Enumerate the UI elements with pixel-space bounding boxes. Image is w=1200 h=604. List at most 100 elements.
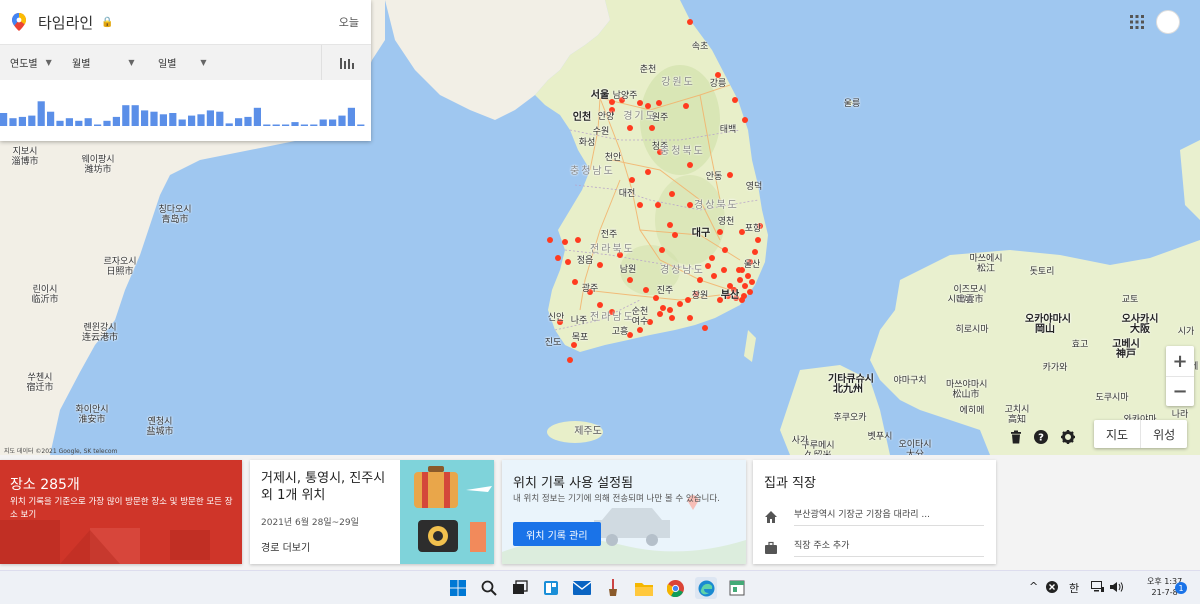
location-marker[interactable]	[742, 117, 748, 123]
network-icon[interactable]	[1091, 581, 1105, 593]
location-marker[interactable]	[672, 232, 678, 238]
activity-bar[interactable]	[225, 123, 233, 126]
location-marker[interactable]	[752, 249, 758, 255]
activity-bar[interactable]	[235, 118, 243, 126]
bar-chart-button[interactable]	[321, 45, 371, 80]
manage-location-history-button[interactable]: 위치 기록 관리	[513, 522, 601, 546]
activity-bar[interactable]	[347, 107, 355, 126]
location-marker[interactable]	[575, 237, 581, 243]
location-marker[interactable]	[629, 177, 635, 183]
trash-icon[interactable]	[1009, 430, 1023, 444]
work-address-row[interactable]: 직장 주소 추가	[764, 538, 984, 557]
location-marker[interactable]	[547, 237, 553, 243]
activity-bar[interactable]	[131, 105, 139, 126]
app-window-icon[interactable]	[726, 577, 748, 599]
year-select[interactable]: 연도별 ▼	[0, 45, 62, 80]
activity-bar[interactable]	[103, 120, 111, 126]
activity-bar[interactable]	[216, 111, 224, 126]
apps-grid-icon[interactable]	[1130, 15, 1144, 29]
activity-bar[interactable]	[319, 119, 327, 127]
location-marker[interactable]	[697, 277, 703, 283]
zoom-out-button[interactable]: −	[1166, 376, 1194, 406]
activity-bar[interactable]	[291, 122, 299, 126]
activity-bar[interactable]	[75, 120, 83, 126]
activity-bar[interactable]	[9, 118, 17, 126]
activity-bar[interactable]	[169, 113, 177, 126]
activity-bar[interactable]	[178, 119, 186, 127]
notification-badge[interactable]: 1	[1175, 582, 1187, 594]
mail-icon[interactable]	[571, 577, 593, 599]
activity-bar[interactable]	[188, 115, 196, 126]
activity-bar[interactable]	[65, 118, 73, 126]
location-marker[interactable]	[702, 325, 708, 331]
location-marker[interactable]	[627, 277, 633, 283]
location-marker[interactable]	[687, 315, 693, 321]
close-circle-icon[interactable]	[1046, 581, 1058, 593]
location-marker[interactable]	[745, 273, 751, 279]
file-explorer-icon[interactable]	[633, 577, 655, 599]
activity-bar-chart[interactable]	[0, 82, 371, 128]
widgets-icon[interactable]	[540, 577, 562, 599]
location-marker[interactable]	[655, 202, 661, 208]
location-marker[interactable]	[645, 103, 651, 109]
location-marker[interactable]	[656, 100, 662, 106]
location-marker[interactable]	[687, 162, 693, 168]
location-marker[interactable]	[597, 302, 603, 308]
input-language[interactable]: 한	[1069, 580, 1079, 596]
more-routes-link[interactable]: 경로 더보기	[261, 539, 310, 554]
location-marker[interactable]	[659, 247, 665, 253]
today-button[interactable]: 오늘	[339, 14, 359, 30]
activity-bar[interactable]	[28, 115, 36, 126]
activity-bar[interactable]	[272, 124, 280, 127]
tray-overflow-icon[interactable]: ^	[1029, 580, 1038, 593]
chrome-icon[interactable]	[664, 577, 686, 599]
location-marker[interactable]	[732, 97, 738, 103]
windows-start-icon[interactable]	[447, 577, 469, 599]
location-marker[interactable]	[742, 283, 748, 289]
location-marker[interactable]	[687, 202, 693, 208]
location-marker[interactable]	[711, 273, 717, 279]
activity-bar[interactable]	[141, 110, 149, 126]
paint-icon[interactable]	[602, 577, 624, 599]
activity-bar[interactable]	[282, 124, 290, 127]
location-marker[interactable]	[709, 255, 715, 261]
location-marker[interactable]	[683, 103, 689, 109]
day-select[interactable]: 일별 ▼	[148, 45, 218, 80]
location-marker[interactable]	[749, 279, 755, 285]
activity-bar[interactable]	[197, 114, 205, 126]
location-marker[interactable]	[705, 263, 711, 269]
location-marker[interactable]	[669, 191, 675, 197]
map-type-map-button[interactable]: 지도	[1094, 420, 1140, 448]
location-marker[interactable]	[727, 283, 733, 289]
task-view-icon[interactable]	[509, 577, 531, 599]
location-marker[interactable]	[660, 305, 666, 311]
activity-bar[interactable]	[159, 114, 167, 126]
location-marker[interactable]	[721, 267, 727, 273]
location-marker[interactable]	[645, 169, 651, 175]
location-marker[interactable]	[677, 301, 683, 307]
location-marker[interactable]	[687, 19, 693, 25]
volume-icon[interactable]	[1110, 581, 1124, 593]
activity-bar[interactable]	[206, 110, 214, 126]
edge-icon[interactable]	[695, 577, 717, 599]
activity-bar[interactable]	[357, 124, 365, 127]
activity-bar[interactable]	[310, 124, 318, 127]
location-marker[interactable]	[667, 307, 673, 313]
activity-bar[interactable]	[263, 124, 271, 127]
activity-bar[interactable]	[94, 124, 102, 127]
location-marker[interactable]	[649, 125, 655, 131]
month-select[interactable]: 월별 ▼	[62, 45, 148, 80]
activity-bar[interactable]	[37, 101, 45, 126]
map-type-satellite-button[interactable]: 위성	[1140, 420, 1187, 448]
location-marker[interactable]	[715, 72, 721, 78]
activity-bar[interactable]	[329, 119, 337, 127]
help-icon[interactable]: ?	[1034, 430, 1048, 444]
location-history-card[interactable]: 위치 기록 사용 설정됨 내 위치 정보는 기기에 의해 전송되며 나만 볼 수…	[502, 460, 746, 564]
location-marker[interactable]	[562, 239, 568, 245]
activity-bar[interactable]	[244, 116, 252, 126]
location-marker[interactable]	[667, 222, 673, 228]
location-marker[interactable]	[737, 277, 743, 283]
location-marker[interactable]	[755, 237, 761, 243]
search-icon[interactable]	[478, 577, 500, 599]
activity-bar[interactable]	[0, 113, 8, 126]
